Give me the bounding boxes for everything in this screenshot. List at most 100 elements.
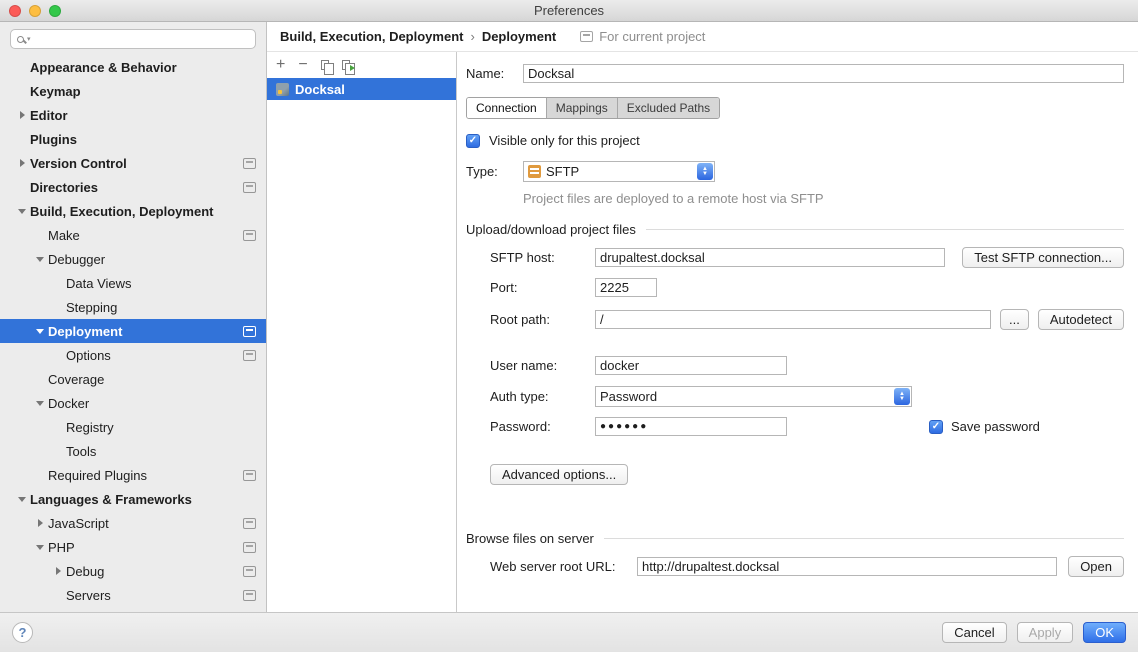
user-name-input[interactable] (595, 356, 787, 375)
close-button[interactable] (9, 5, 21, 17)
sidebar-item-registry[interactable]: Registry (0, 415, 266, 439)
sidebar-item-options[interactable]: Options (0, 343, 266, 367)
sidebar-item-tools[interactable]: Tools (0, 439, 266, 463)
dialog-footer: ? Cancel Apply OK (0, 612, 1138, 652)
sidebar-item-keymap[interactable]: Keymap (0, 79, 266, 103)
chevron-right-icon[interactable] (50, 559, 66, 583)
content-area: Build, Execution, Deployment › Deploymen… (267, 22, 1138, 612)
browse-root-path-button[interactable]: ... (1000, 309, 1029, 330)
sidebar-item-debugger[interactable]: Debugger (0, 247, 266, 271)
project-settings-icon (243, 518, 256, 529)
sidebar-item-data-views[interactable]: Data Views (0, 271, 266, 295)
server-list-panel: + − Docksal (267, 52, 457, 612)
search-input[interactable]: ▾ (10, 29, 256, 49)
for-current-project-badge: For current project (580, 29, 705, 44)
name-label: Name: (466, 66, 523, 81)
type-dropdown[interactable]: SFTP ▲▼ (523, 161, 715, 182)
project-settings-icon (243, 326, 256, 337)
chevron-down-icon[interactable] (32, 535, 48, 559)
sidebar-item-build-execution-deployment[interactable]: Build, Execution, Deployment (0, 199, 266, 223)
sidebar-item-languages-frameworks[interactable]: Languages & Frameworks (0, 487, 266, 511)
project-settings-icon (243, 158, 256, 169)
breadcrumb-separator: › (470, 29, 474, 44)
sidebar-item-php[interactable]: PHP (0, 535, 266, 559)
save-password-label: Save password (951, 419, 1040, 434)
tab-mappings[interactable]: Mappings (546, 98, 617, 118)
server-list-item-docksal[interactable]: Docksal (267, 78, 456, 100)
project-settings-icon (243, 230, 256, 241)
port-input[interactable] (595, 278, 657, 297)
chevron-down-icon[interactable] (14, 199, 30, 223)
search-icon (17, 36, 24, 43)
apply-button[interactable]: Apply (1017, 622, 1074, 643)
chevron-right-icon[interactable] (14, 151, 30, 175)
project-settings-icon (243, 566, 256, 577)
chevron-down-icon[interactable] (32, 391, 48, 415)
upload-section-label: Upload/download project files (466, 222, 636, 237)
section-divider (604, 538, 1124, 539)
sidebar-item-deployment[interactable]: Deployment (0, 319, 266, 343)
save-password-checkbox[interactable] (929, 420, 943, 434)
tab-connection[interactable]: Connection (467, 98, 546, 118)
help-button[interactable]: ? (12, 622, 33, 643)
dropdown-stepper-icon[interactable]: ▲▼ (894, 388, 910, 405)
server-list-toolbar: + − (267, 52, 456, 78)
sftp-host-input[interactable] (595, 248, 945, 267)
project-settings-icon (580, 31, 593, 42)
sidebar-item-appearance-behavior[interactable]: Appearance & Behavior (0, 55, 266, 79)
visible-only-label: Visible only for this project (489, 133, 640, 148)
sidebar-item-coverage[interactable]: Coverage (0, 367, 266, 391)
dropdown-stepper-icon[interactable]: ▲▼ (697, 163, 713, 180)
zoom-button[interactable] (49, 5, 61, 17)
titlebar: Preferences (0, 0, 1138, 22)
sidebar-item-stepping[interactable]: Stepping (0, 295, 266, 319)
chevron-down-icon[interactable] (14, 487, 30, 511)
sidebar-item-plugins[interactable]: Plugins (0, 127, 266, 151)
auth-type-label: Auth type: (490, 389, 595, 404)
type-label: Type: (466, 164, 523, 179)
advanced-options-button[interactable]: Advanced options... (490, 464, 628, 485)
breadcrumb-part-1[interactable]: Build, Execution, Deployment (280, 29, 463, 44)
project-settings-icon (243, 182, 256, 193)
sidebar-item-docker[interactable]: Docker (0, 391, 266, 415)
sftp-icon (528, 165, 541, 178)
remove-server-button[interactable]: − (298, 57, 307, 73)
paste-server-icon[interactable] (342, 60, 350, 70)
sidebar-item-debug[interactable]: Debug (0, 559, 266, 583)
web-root-label: Web server root URL: (490, 559, 637, 574)
sidebar-item-directories[interactable]: Directories (0, 175, 266, 199)
sidebar-item-required-plugins[interactable]: Required Plugins (0, 463, 266, 487)
add-server-button[interactable]: + (276, 57, 285, 73)
chevron-right-icon[interactable] (14, 103, 30, 127)
auth-type-dropdown[interactable]: Password ▲▼ (595, 386, 912, 407)
minimize-button[interactable] (29, 5, 41, 17)
project-settings-icon (243, 590, 256, 601)
root-path-input[interactable] (595, 310, 991, 329)
chevron-right-icon[interactable] (32, 511, 48, 535)
deployment-tabs: Connection Mappings Excluded Paths (466, 97, 720, 119)
chevron-down-icon: ▾ (27, 35, 31, 43)
sidebar-item-editor[interactable]: Editor (0, 103, 266, 127)
port-label: Port: (490, 280, 595, 295)
copy-server-icon[interactable] (321, 60, 329, 70)
window-title: Preferences (0, 3, 1138, 18)
preferences-window: Preferences ▾ Appearance & Behavior Keym… (0, 0, 1138, 652)
tab-excluded-paths[interactable]: Excluded Paths (617, 98, 719, 118)
visible-only-checkbox[interactable] (466, 134, 480, 148)
sidebar-item-servers[interactable]: Servers (0, 583, 266, 607)
web-root-input[interactable] (637, 557, 1057, 576)
chevron-down-icon[interactable] (32, 247, 48, 271)
autodetect-button[interactable]: Autodetect (1038, 309, 1124, 330)
sidebar-item-version-control[interactable]: Version Control (0, 151, 266, 175)
password-input[interactable] (595, 417, 787, 436)
section-divider (646, 229, 1124, 230)
test-sftp-connection-button[interactable]: Test SFTP connection... (962, 247, 1124, 268)
user-name-label: User name: (490, 358, 595, 373)
open-button[interactable]: Open (1068, 556, 1124, 577)
ok-button[interactable]: OK (1083, 622, 1126, 643)
sidebar-item-make[interactable]: Make (0, 223, 266, 247)
name-input[interactable] (523, 64, 1124, 83)
cancel-button[interactable]: Cancel (942, 622, 1006, 643)
sidebar-item-javascript[interactable]: JavaScript (0, 511, 266, 535)
chevron-down-icon[interactable] (32, 319, 48, 343)
